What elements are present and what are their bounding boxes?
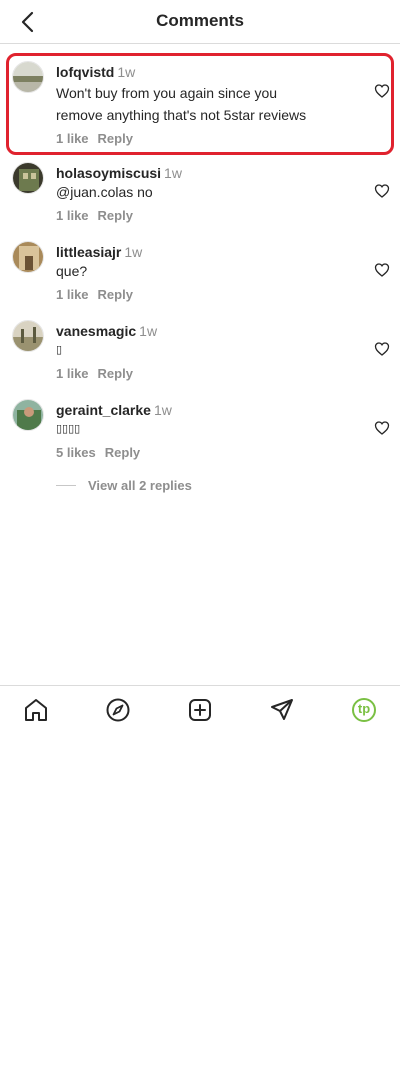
tab-direct[interactable] xyxy=(268,696,296,724)
bottom-tab-bar: tp xyxy=(0,685,400,731)
comment-text-line: remove anything that's not 5star reviews xyxy=(56,107,307,123)
tab-explore[interactable] xyxy=(104,696,132,724)
comment-text-line: Won't buy from you again since you xyxy=(56,85,278,101)
avatar[interactable] xyxy=(12,399,44,431)
direct-icon xyxy=(271,699,293,720)
profile-initials: tp xyxy=(357,701,371,716)
heart-icon[interactable] xyxy=(374,262,390,278)
comment-time: 1w xyxy=(164,165,182,181)
like-count[interactable]: 1 like xyxy=(56,208,89,223)
header: Comments xyxy=(0,0,400,44)
reply-divider xyxy=(56,485,76,486)
comment-time: 1w xyxy=(153,402,172,418)
like-count[interactable]: 1 like xyxy=(56,287,89,302)
comment-time: 1w xyxy=(124,244,143,260)
heart-icon[interactable] xyxy=(374,420,390,436)
comment-username[interactable]: geraint_clarke xyxy=(56,402,151,418)
comment-username[interactable]: holasoymiscusi xyxy=(56,165,161,181)
comment-text: @juan.colas no xyxy=(56,184,153,200)
reply-button[interactable]: Reply xyxy=(105,445,140,460)
heart-icon[interactable] xyxy=(374,341,390,357)
comment-text: que? xyxy=(56,263,88,279)
reply-button[interactable]: Reply xyxy=(98,208,133,223)
tab-profile[interactable]: tp xyxy=(350,696,378,724)
view-replies-button[interactable]: View all 2 replies xyxy=(56,478,192,493)
explore-icon xyxy=(106,698,130,722)
comment-text: ▯ xyxy=(56,344,63,356)
avatar[interactable] xyxy=(12,162,44,194)
heart-icon[interactable] xyxy=(374,83,390,99)
page-title: Comments xyxy=(156,11,244,30)
tab-home[interactable] xyxy=(22,696,50,724)
comment-text: ▯▯▯▯ xyxy=(56,423,81,435)
like-count[interactable]: 1 like xyxy=(56,366,89,381)
view-replies-label: View all 2 replies xyxy=(88,478,192,493)
avatar[interactable] xyxy=(12,320,44,352)
tab-new-post[interactable] xyxy=(186,696,214,724)
home-icon xyxy=(25,699,47,721)
avatar[interactable] xyxy=(12,61,44,93)
comment-time: 1w xyxy=(139,323,158,339)
reply-button[interactable]: Reply xyxy=(98,287,133,302)
like-count[interactable]: 5 likes xyxy=(56,445,96,460)
comment-time: 1w xyxy=(117,64,136,80)
comment-username[interactable]: vanesmagic xyxy=(56,323,136,339)
reply-button[interactable]: Reply xyxy=(98,366,133,381)
reply-button[interactable]: Reply xyxy=(98,131,133,146)
comment-username[interactable]: lofqvistd xyxy=(56,64,114,80)
avatar[interactable] xyxy=(12,241,44,273)
like-count[interactable]: 1 like xyxy=(56,131,89,146)
heart-icon[interactable] xyxy=(374,183,390,199)
comment-username[interactable]: littleasiajr xyxy=(56,244,121,260)
new-post-icon xyxy=(189,699,211,721)
